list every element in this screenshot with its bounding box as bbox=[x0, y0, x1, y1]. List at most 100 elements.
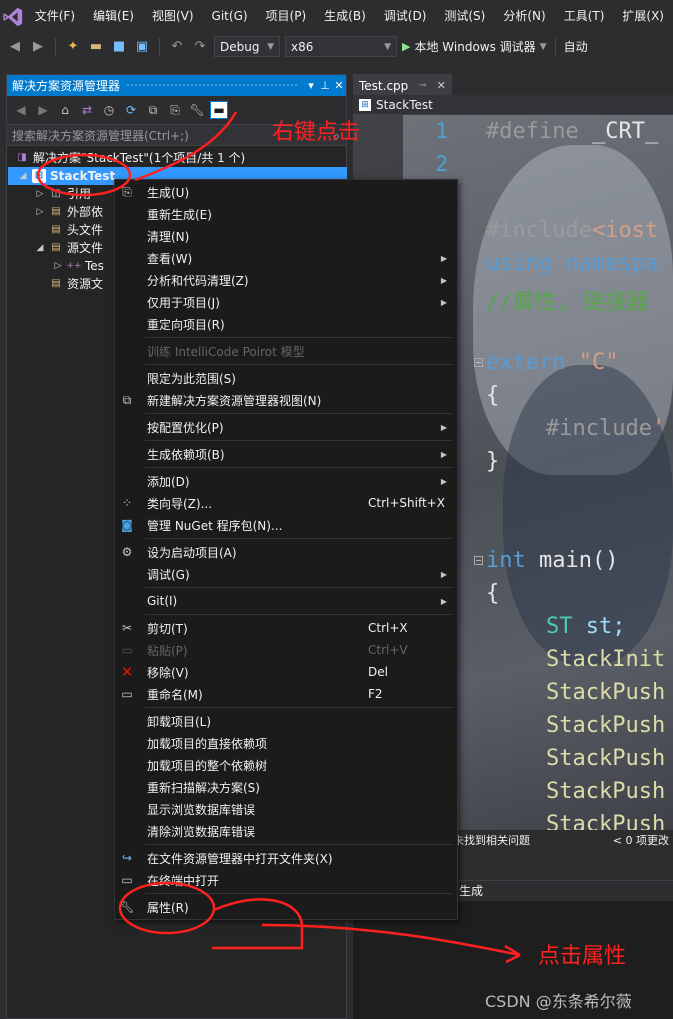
terminal-icon: ▭ bbox=[121, 873, 133, 887]
config-dropdown[interactable]: Debug ▼ bbox=[214, 36, 280, 57]
menu-item-new-explorer-view[interactable]: ⧉ 新建解决方案资源管理器视图(N) bbox=[115, 389, 457, 411]
menu-project[interactable]: 项目(P) bbox=[257, 0, 316, 33]
tree-sources[interactable]: ◢ ▤ 源文件 bbox=[35, 239, 103, 257]
menu-debug[interactable]: 调试(D) bbox=[375, 0, 436, 33]
pin-icon[interactable]: ⊥ bbox=[318, 79, 332, 92]
menu-extensions[interactable]: 扩展(X) bbox=[613, 0, 673, 33]
menu-item-debug[interactable]: 调试(G) ▶ bbox=[115, 563, 457, 585]
menu-git[interactable]: Git(G) bbox=[203, 0, 257, 33]
menu-item-add[interactable]: 添加(D) ▶ bbox=[115, 470, 457, 492]
properties-wrench-icon[interactable]: 🔧︎ bbox=[188, 101, 206, 119]
start-debugging-button[interactable]: ▶ 本地 Windows 调试器 ▼ bbox=[402, 38, 547, 55]
redo-icon[interactable]: ↷ bbox=[191, 38, 209, 56]
menu-item-remove[interactable]: ✕ 移除(V) Del bbox=[115, 661, 457, 683]
auto-label[interactable]: 自动 bbox=[564, 38, 588, 55]
tree-headers[interactable]: ▤ 头文件 bbox=[35, 221, 103, 239]
collapsed-arrow-icon[interactable]: ▷ bbox=[53, 257, 63, 275]
tree-solution-label: 解决方案"StackTest"(1个项目/共 1 个) bbox=[33, 151, 246, 165]
menu-item-git[interactable]: Git(I) ▶ bbox=[115, 590, 457, 612]
menu-item-load-direct-deps[interactable]: 加载项目的直接依赖项 bbox=[115, 732, 457, 754]
tab-test-cpp[interactable]: Test.cpp ⊸ ✕ bbox=[353, 74, 452, 95]
pending-changes-icon[interactable]: ◷ bbox=[100, 101, 118, 119]
close-icon[interactable]: ✕ bbox=[437, 79, 446, 92]
menu-item-open-in-terminal[interactable]: ▭ 在终端中打开 bbox=[115, 869, 457, 891]
visual-studio-logo-icon[interactable] bbox=[0, 0, 26, 33]
menu-item-rename[interactable]: ▭ 重命名(M) F2 bbox=[115, 683, 457, 705]
menu-edit[interactable]: 编辑(E) bbox=[84, 0, 143, 33]
menu-separator bbox=[145, 893, 453, 894]
menu-item-clean[interactable]: 清理(N) bbox=[115, 225, 457, 247]
menu-item-label: 加载项目的直接依赖项 bbox=[147, 736, 268, 751]
menu-analyze[interactable]: 分析(N) bbox=[494, 0, 554, 33]
back-icon[interactable]: ◀ bbox=[6, 38, 24, 56]
output-source-label[interactable]: 生成 bbox=[459, 884, 483, 898]
menu-item-pgo[interactable]: 按配置优化(P) ▶ bbox=[115, 416, 457, 438]
solution-explorer-title: 解决方案资源管理器 bbox=[12, 79, 121, 93]
open-folder-icon[interactable]: ▬ bbox=[87, 38, 105, 56]
menu-item-open-in-explorer[interactable]: ↪ 在文件资源管理器中打开文件夹(X) bbox=[115, 847, 457, 869]
collapse-all-icon[interactable]: ⧉ bbox=[144, 101, 162, 119]
sync-icon[interactable]: ⟳ bbox=[122, 101, 140, 119]
changes-status[interactable]: < 0 项更改 bbox=[613, 832, 669, 848]
menu-item-show-browse-errors[interactable]: 显示浏览数据库错误 bbox=[115, 798, 457, 820]
menu-item-load-all-deps[interactable]: 加载项目的整个依赖树 bbox=[115, 754, 457, 776]
menu-item-project-only[interactable]: 仅用于项目(J) ▶ bbox=[115, 291, 457, 313]
menu-tools[interactable]: 工具(T) bbox=[555, 0, 614, 33]
code-line: extern "C" bbox=[486, 350, 618, 375]
save-all-icon[interactable]: ▣ bbox=[133, 38, 151, 56]
platform-dropdown[interactable]: x86 ▼ bbox=[285, 36, 397, 57]
tree-test-cpp[interactable]: ▷ ++ Tes bbox=[53, 257, 104, 275]
close-icon[interactable]: ✕ bbox=[332, 79, 346, 92]
project-context-menu: ⎘ 生成(U) 重新生成(E) 清理(N) 查看(W) ▶ 分析和代码清理(Z) ▶ … bbox=[114, 179, 458, 920]
show-all-files-icon[interactable]: ⎘ bbox=[166, 101, 184, 119]
menu-item-properties[interactable]: 🔧︎ 属性(R) bbox=[115, 896, 457, 918]
collapsed-arrow-icon[interactable]: ▷ bbox=[35, 203, 45, 221]
forward-icon[interactable]: ▶ bbox=[34, 101, 52, 119]
back-icon[interactable]: ◀ bbox=[12, 101, 30, 119]
tree-references[interactable]: ▷ ◫ 引用 bbox=[35, 185, 91, 203]
code-token: ' bbox=[651, 416, 666, 441]
menu-item-rescan-solution[interactable]: 重新扫描解决方案(S) bbox=[115, 776, 457, 798]
menu-item-set-startup[interactable]: ⚙ 设为启动项目(A) bbox=[115, 541, 457, 563]
menu-separator bbox=[145, 538, 453, 539]
menu-item-manage-nuget[interactable]: ◙ 管理 NuGet 程序包(N)... bbox=[115, 514, 457, 536]
issues-status[interactable]: 未找到相关问题 bbox=[453, 832, 530, 848]
save-icon[interactable]: ■ bbox=[110, 38, 128, 56]
code-token: st; bbox=[572, 614, 626, 639]
tree-solution[interactable]: ◨ 解决方案"StackTest"(1个项目/共 1 个) bbox=[15, 149, 245, 167]
menu-view[interactable]: 视图(V) bbox=[143, 0, 203, 33]
menu-file[interactable]: 文件(F) bbox=[26, 0, 84, 33]
switch-views-icon[interactable]: ⇄ bbox=[78, 101, 96, 119]
forward-icon[interactable]: ▶ bbox=[29, 38, 47, 56]
expand-arrow-icon[interactable]: ◢ bbox=[35, 239, 45, 257]
menu-item-view[interactable]: 查看(W) ▶ bbox=[115, 247, 457, 269]
tree-resources[interactable]: ▤ 资源文 bbox=[35, 275, 103, 293]
dropdown-icon[interactable]: ▾ bbox=[304, 79, 318, 92]
collapsed-arrow-icon[interactable]: ▷ bbox=[35, 185, 45, 203]
menu-item-cut[interactable]: ✂ 剪切(T) Ctrl+X bbox=[115, 617, 457, 639]
menu-separator bbox=[145, 467, 453, 468]
menu-item-build-dependencies[interactable]: 生成依赖项(B) ▶ bbox=[115, 443, 457, 465]
menu-item-scope-to-this[interactable]: 限定为此范围(S) bbox=[115, 367, 457, 389]
tree-external-deps[interactable]: ▷ ▤ 外部依 bbox=[35, 203, 103, 221]
title-grip[interactable] bbox=[126, 83, 298, 88]
menu-item-class-wizard[interactable]: ⁘ 类向导(Z)... Ctrl+Shift+X bbox=[115, 492, 457, 514]
preview-icon[interactable]: ▬ bbox=[210, 101, 228, 119]
watermark: CSDN @东条希尔薇 bbox=[485, 992, 632, 1011]
menu-build[interactable]: 生成(B) bbox=[315, 0, 375, 33]
expand-arrow-icon[interactable]: ◢ bbox=[18, 167, 28, 185]
menu-item-analyze-cleanup[interactable]: 分析和代码清理(Z) ▶ bbox=[115, 269, 457, 291]
menu-item-unload-project[interactable]: 卸载项目(L) bbox=[115, 710, 457, 732]
home-icon[interactable]: ⌂ bbox=[56, 101, 74, 119]
menu-item-rebuild[interactable]: 重新生成(E) bbox=[115, 203, 457, 225]
editor-navigation-bar[interactable]: ⊞ StackTest bbox=[353, 95, 673, 115]
undo-icon[interactable]: ↶ bbox=[168, 38, 186, 56]
menu-item-build[interactable]: ⎘ 生成(U) bbox=[115, 181, 457, 203]
menu-item-retarget[interactable]: 重定向项目(R) bbox=[115, 313, 457, 335]
fold-toggle-icon[interactable]: − bbox=[474, 556, 483, 565]
new-project-icon[interactable]: ✦ bbox=[64, 38, 82, 56]
pin-icon[interactable]: ⊸ bbox=[418, 80, 426, 91]
menu-item-clear-browse-errors[interactable]: 清除浏览数据库错误 bbox=[115, 820, 457, 842]
menu-test[interactable]: 测试(S) bbox=[435, 0, 494, 33]
fold-toggle-icon[interactable]: − bbox=[474, 358, 483, 367]
